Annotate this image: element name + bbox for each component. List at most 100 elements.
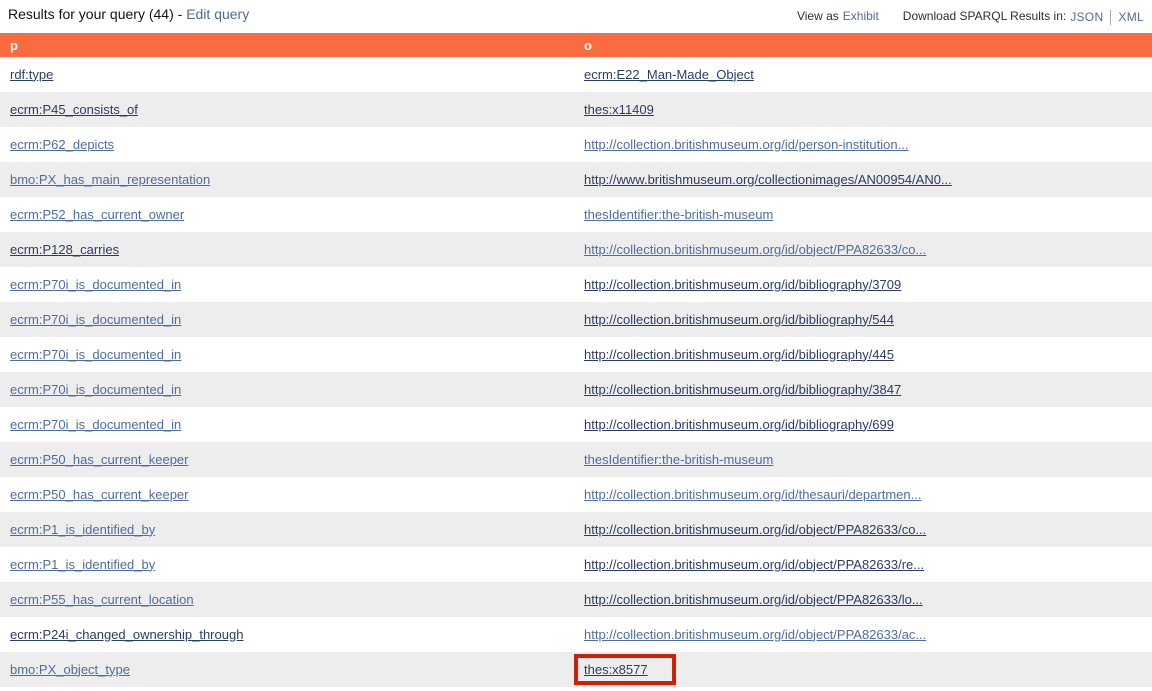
page-title-area: Results for your query (44) - Edit query [8,5,249,23]
object-link[interactable]: http://collection.britishmuseum.org/id/t… [584,487,921,502]
object-cell: http://collection.britishmuseum.org/id/o… [574,241,1152,259]
download-label: Download SPARQL Results in: [903,9,1066,23]
object-link-wrapper: http://collection.britishmuseum.org/id/o… [584,521,926,538]
table-row: ecrm:P62_depicts http://collection.briti… [0,127,1152,162]
object-link[interactable]: http://collection.britishmuseum.org/id/o… [584,557,924,572]
top-right-links: View as Exhibit Download SPARQL Results in… [797,5,1144,24]
edit-query-link[interactable]: Edit query [186,6,249,22]
predicate-cell: ecrm:P70i_is_documented_in [0,381,574,399]
results-table: p o rdf:type ecrm:E22_Man-Made_Object ec… [0,33,1152,687]
object-cell: http://collection.britishmuseum.org/id/o… [574,591,1152,609]
predicate-link[interactable]: ecrm:P45_consists_of [10,102,138,117]
table-row: ecrm:P1_is_identified_by http://collecti… [0,547,1152,582]
object-link-wrapper: thesIdentifier:the-british-museum [584,451,773,468]
title-separator: - [174,6,186,22]
predicate-cell: ecrm:P70i_is_documented_in [0,311,574,329]
object-cell: http://collection.britishmuseum.org/id/b… [574,416,1152,434]
object-link-wrapper: thes:x11409 [584,101,654,118]
predicate-link[interactable]: ecrm:P1_is_identified_by [10,522,155,537]
object-link[interactable]: http://www.britishmuseum.org/collectioni… [584,172,952,187]
object-link[interactable]: http://collection.britishmuseum.org/id/b… [584,347,894,362]
exhibit-link[interactable]: Exhibit [843,9,879,23]
object-cell: http://collection.britishmuseum.org/id/t… [574,486,1152,504]
table-row: ecrm:P128_carries http://collection.brit… [0,232,1152,267]
table-row: bmo:PX_has_main_representation http://ww… [0,162,1152,197]
table-row: rdf:type ecrm:E22_Man-Made_Object [0,57,1152,92]
table-row: ecrm:P70i_is_documented_in http://collec… [0,337,1152,372]
object-cell: http://collection.britishmuseum.org/id/b… [574,276,1152,294]
predicate-cell: ecrm:P70i_is_documented_in [0,416,574,434]
table-row: ecrm:P52_has_current_owner thesIdentifie… [0,197,1152,232]
table-row: bmo:PX_object_type thes:x8577 [0,652,1152,687]
predicate-link[interactable]: ecrm:P70i_is_documented_in [10,417,181,432]
json-download-link[interactable]: JSON [1070,10,1103,24]
predicate-cell: bmo:PX_has_main_representation [0,171,574,189]
predicate-link[interactable]: ecrm:P55_has_current_location [10,592,194,607]
object-cell: http://www.britishmuseum.org/collectioni… [574,171,1152,189]
table-row: ecrm:P50_has_current_keeper http://colle… [0,477,1152,512]
predicate-cell: ecrm:P55_has_current_location [0,591,574,609]
predicate-cell: bmo:PX_object_type [0,661,574,679]
object-link[interactable]: ecrm:E22_Man-Made_Object [584,67,754,82]
predicate-link[interactable]: ecrm:P1_is_identified_by [10,557,155,572]
column-header-o: o [574,33,1152,57]
object-link-wrapper: http://collection.britishmuseum.org/id/b… [584,311,894,328]
highlight-box: thes:x8577 [574,654,676,685]
object-cell: http://collection.britishmuseum.org/id/o… [574,556,1152,574]
object-cell: ecrm:E22_Man-Made_Object [574,66,1152,84]
object-link-wrapper: http://collection.britishmuseum.org/id/t… [584,486,921,503]
object-link[interactable]: http://collection.britishmuseum.org/id/o… [584,627,926,642]
object-cell: http://collection.britishmuseum.org/id/o… [574,521,1152,539]
predicate-link[interactable]: ecrm:P50_has_current_keeper [10,452,189,467]
object-link[interactable]: http://collection.britishmuseum.org/id/o… [584,592,923,607]
predicate-link[interactable]: bmo:PX_object_type [10,662,130,677]
object-link[interactable]: thes:x8577 [584,662,648,677]
object-link[interactable]: http://collection.britishmuseum.org/id/p… [584,137,908,152]
object-link[interactable]: http://collection.britishmuseum.org/id/b… [584,277,901,292]
object-cell: thes:x8577 [574,654,1152,685]
object-cell: http://collection.britishmuseum.org/id/b… [574,311,1152,329]
object-link[interactable]: http://collection.britishmuseum.org/id/b… [584,382,901,397]
divider [1110,10,1111,25]
view-as-label: View as [797,9,839,23]
predicate-link[interactable]: ecrm:P50_has_current_keeper [10,487,189,502]
object-link[interactable]: http://collection.britishmuseum.org/id/b… [584,312,894,327]
object-link[interactable]: http://collection.britishmuseum.org/id/b… [584,417,894,432]
object-link[interactable]: http://collection.britishmuseum.org/id/o… [584,242,926,257]
predicate-cell: ecrm:P52_has_current_owner [0,206,574,224]
object-link-wrapper: http://collection.britishmuseum.org/id/o… [584,556,924,573]
predicate-link[interactable]: ecrm:P70i_is_documented_in [10,277,181,292]
object-cell: thesIdentifier:the-british-museum [574,451,1152,469]
object-cell: http://collection.britishmuseum.org/id/b… [574,346,1152,364]
predicate-link[interactable]: ecrm:P70i_is_documented_in [10,382,181,397]
object-link-wrapper: http://collection.britishmuseum.org/id/o… [584,591,923,608]
predicate-link[interactable]: ecrm:P24i_changed_ownership_through [10,627,243,642]
table-row: ecrm:P70i_is_documented_in http://collec… [0,267,1152,302]
object-link-wrapper: ecrm:E22_Man-Made_Object [584,66,754,83]
object-link[interactable]: thes:x11409 [584,102,654,117]
column-header-p: p [0,33,574,57]
xml-download-link[interactable]: XML [1118,10,1144,24]
object-link-wrapper: http://www.britishmuseum.org/collectioni… [584,171,952,188]
table-row: ecrm:P1_is_identified_by http://collecti… [0,512,1152,547]
object-link[interactable]: http://collection.britishmuseum.org/id/o… [584,522,926,537]
predicate-link[interactable]: ecrm:P52_has_current_owner [10,207,184,222]
predicate-link[interactable]: ecrm:P62_depicts [10,137,114,152]
predicate-link[interactable]: ecrm:P128_carries [10,242,119,257]
object-link[interactable]: thesIdentifier:the-british-museum [584,207,773,222]
table-row: ecrm:P45_consists_of thes:x11409 [0,92,1152,127]
object-cell: thes:x11409 [574,101,1152,119]
predicate-link[interactable]: ecrm:P70i_is_documented_in [10,347,181,362]
object-link-wrapper: http://collection.britishmuseum.org/id/o… [584,241,926,258]
table-row: ecrm:P70i_is_documented_in http://collec… [0,407,1152,442]
table-body: rdf:type ecrm:E22_Man-Made_Object ecrm:P… [0,57,1152,687]
top-bar: Results for your query (44) - Edit query… [0,0,1152,33]
predicate-link[interactable]: rdf:type [10,67,53,82]
predicate-link[interactable]: ecrm:P70i_is_documented_in [10,312,181,327]
object-link-wrapper: http://collection.britishmuseum.org/id/o… [584,626,926,643]
predicate-link[interactable]: bmo:PX_has_main_representation [10,172,210,187]
object-cell: http://collection.britishmuseum.org/id/b… [574,381,1152,399]
table-row: ecrm:P70i_is_documented_in http://collec… [0,372,1152,407]
object-link[interactable]: thesIdentifier:the-british-museum [584,452,773,467]
table-row: ecrm:P55_has_current_location http://col… [0,582,1152,617]
